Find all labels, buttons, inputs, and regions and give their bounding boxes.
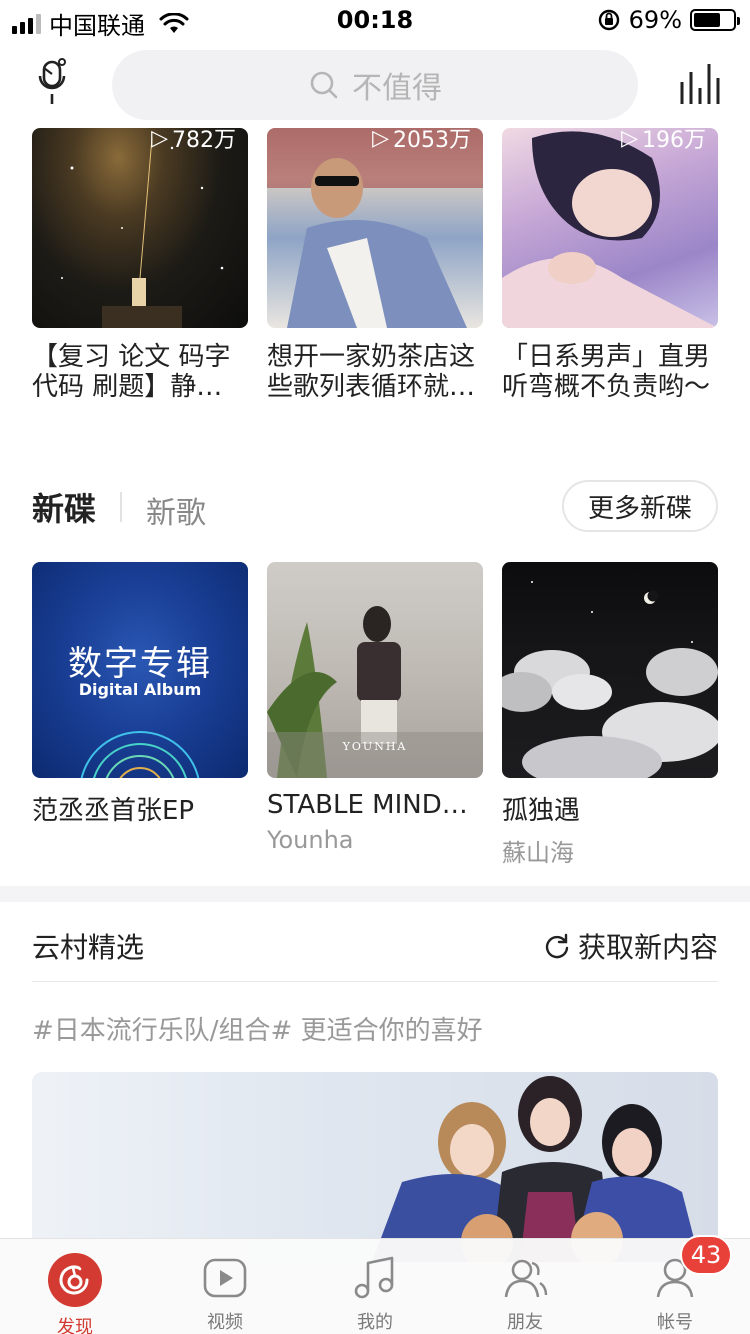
tab-mine[interactable]: 我的 [300,1239,450,1334]
album-cover [502,562,718,778]
rotation-lock-icon [598,9,619,31]
play-count: ▷ 2053万 [372,128,471,154]
tab-icon-wrap [48,1253,102,1307]
section-separator [0,886,750,902]
tab-label: 帐号 [657,1312,693,1333]
tab-account[interactable]: 帐号 43 [600,1235,750,1334]
top-bar: 不值得 [0,44,750,128]
playlist-card[interactable]: ▷ 2053万 想开一家奶茶店这些歌列表循环就… [267,128,483,402]
playlist-cover: ▷ 782万 [32,128,248,328]
refresh-label: 获取新内容 [577,931,718,964]
playlist-cover: ▷ 196万 [502,128,718,328]
album-title: 范丞丞首张EP [32,796,195,826]
album-title: STABLE MINDS... [267,790,483,820]
album-artist: 蘇山海 [502,839,574,867]
play-count: ▷ 196万 [621,128,706,154]
playlist-cover: ▷ 2053万 [267,128,483,328]
app-screen: 中国联通 00:18 69% 不值得 ▷ 782万 【复习 论文 码字 代码 刷… [0,0,750,1334]
album-card[interactable]: 孤独遇 蘇山海 [502,562,718,868]
notification-badge: 43 [680,1235,732,1275]
tab-divider [120,492,122,522]
cover-text-artist: YOUNHA [342,740,408,753]
play-icon: ▷ [151,128,168,151]
cover-art-man-in-car [267,128,483,328]
playlist-title: 「日系男声」直男听弯概不负责哟～ [502,342,711,402]
album-card[interactable]: YOUNHA STABLE MINDS... Younha [267,562,483,868]
band-photo [372,1076,700,1262]
yuncun-tag-line[interactable]: #日本流行乐队/组合# 更适合你的喜好 [32,1010,483,1047]
friends-icon [498,1253,552,1302]
refresh-icon [545,933,569,959]
refresh-content-button[interactable]: 获取新内容 [544,926,718,966]
battery-icon [690,9,740,31]
now-playing-bars-icon[interactable] [678,62,722,106]
play-count: ▷ 782万 [151,128,236,154]
music-note-icon [348,1253,402,1302]
tab-new-songs[interactable]: 新歌 [146,488,206,532]
bottom-tab-bar: 发现 视频 我的 朋友 帐号 43 [0,1235,750,1334]
yuncun-header: 云村精选 获取新内容 [32,920,718,982]
battery-fill [694,13,721,27]
cover-text-main: 数字专辑 [68,644,212,684]
cover-art-clouds-moon [502,581,718,778]
album-cover: YOUNHA [267,562,483,778]
tab-video[interactable]: 视频 [150,1239,300,1334]
new-albums-header: 新碟 新歌 更多新碟 [32,478,718,534]
play-icon: ▷ [372,128,389,151]
search-icon [310,71,338,99]
search-placeholder: 不值得 [352,71,442,106]
tab-friends[interactable]: 朋友 [450,1239,600,1334]
netease-music-icon [48,1253,102,1307]
album-card[interactable]: 数字专辑 Digital Album 范丞丞首张EP [32,562,248,868]
album-title: 孤独遇 [502,796,581,826]
status-bar: 中国联通 00:18 69% [0,0,750,40]
more-new-albums-button[interactable]: 更多新碟 [561,480,718,532]
playlist-title: 【复习 论文 码字 代码 刷题】静… [32,342,231,402]
cover-art-anime-boy [502,131,718,328]
cover-text-sub: Digital Album [78,680,202,699]
battery-percent: 69% [628,6,682,34]
playlist-card[interactable]: ▷ 196万 「日系男声」直男听弯概不负责哟～ [502,128,718,402]
tab-label: 我的 [357,1312,393,1333]
album-row: 数字专辑 Digital Album 范丞丞首张EP YOUNHA STABLE… [32,562,718,868]
tab-discover[interactable]: 发现 [0,1239,150,1334]
album-cover: 数字专辑 Digital Album [32,562,248,778]
search-bar[interactable]: 不值得 [112,50,638,120]
playlist-title: 想开一家奶茶店这些歌列表循环就… [267,342,476,402]
video-play-icon [198,1253,252,1302]
playlist-card[interactable]: ▷ 782万 【复习 论文 码字 代码 刷题】静… [32,128,248,402]
album-artist: Younha [267,826,354,854]
tab-label: 朋友 [507,1312,543,1333]
sound-rings-graphic [80,731,200,778]
status-right: 69% [597,6,740,34]
tab-label: 发现 [57,1317,93,1334]
play-icon: ▷ [621,128,638,151]
playlist-row: ▷ 782万 【复习 论文 码字 代码 刷题】静… ▷ 2053万 想开一家奶茶… [32,128,718,402]
cover-art-starry [61,137,224,328]
microphone-icon[interactable] [32,58,72,110]
yuncun-feature-image[interactable] [32,1072,718,1262]
tab-label: 视频 [207,1312,243,1333]
tab-new-albums[interactable]: 新碟 [32,484,96,530]
yuncun-title: 云村精选 [32,931,145,964]
